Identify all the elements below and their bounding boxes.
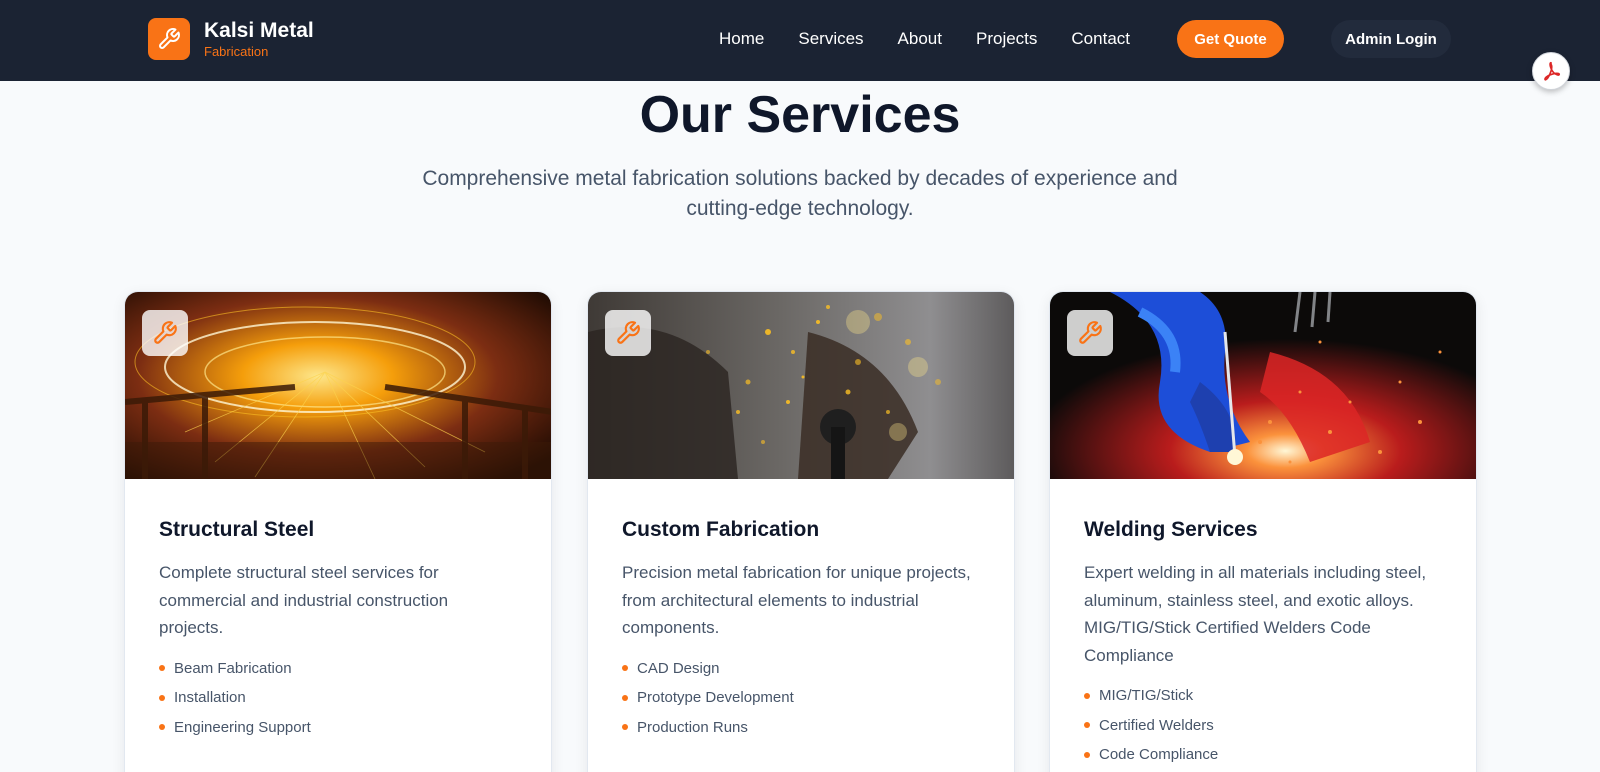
section-subtitle: Comprehensive metal fabrication solution… <box>422 167 1178 220</box>
bullet-dot <box>1084 692 1090 699</box>
card-description: Precision metal fabrication for unique p… <box>622 563 971 637</box>
brand-subtitle: Fabrication <box>204 44 269 59</box>
wrench-icon <box>148 18 190 60</box>
feature-item: Production Runs <box>622 713 980 743</box>
card-description: Complete structural steel services for c… <box>159 563 449 637</box>
card-title: Structural Steel <box>159 518 315 541</box>
bullet-dot <box>1084 722 1090 729</box>
card-description: Expert welding in all materials includin… <box>1084 563 1427 665</box>
wrench-icon <box>605 310 651 356</box>
bullet-dot <box>1084 751 1090 758</box>
feature-list: MIG/TIG/Stick Certified Welders Code Com… <box>1084 681 1442 770</box>
nav-link-projects[interactable]: Projects <box>976 28 1037 50</box>
bullet-dot <box>622 724 628 731</box>
wrench-icon <box>142 310 188 356</box>
pdf-icon[interactable] <box>1532 52 1570 90</box>
get-quote-button[interactable]: Get Quote <box>1177 20 1284 58</box>
wrench-icon <box>1067 310 1113 356</box>
bullet-dot <box>159 724 165 731</box>
service-card-custom-fabrication[interactable]: Custom Fabrication Precision metal fabri… <box>587 291 1015 772</box>
feature-item: Certified Welders <box>1084 711 1442 741</box>
feature-item: Prototype Development <box>622 683 980 713</box>
feature-item: CAD Design <box>622 654 980 684</box>
bullet-dot <box>159 665 165 672</box>
nav-link-services[interactable]: Services <box>798 28 863 50</box>
feature-item: MIG/TIG/Stick <box>1084 681 1442 711</box>
bullet-dot <box>622 694 628 701</box>
feature-item: Engineering Support <box>159 713 517 743</box>
card-title: Custom Fabrication <box>622 518 820 541</box>
section-title: Our Services <box>639 86 961 144</box>
brand[interactable]: Kalsi Metal Fabrication <box>148 18 314 60</box>
admin-login-button[interactable]: Admin Login <box>1331 20 1451 58</box>
service-card-structural-steel[interactable]: Structural Steel Complete structural ste… <box>124 291 552 772</box>
nav-link-home[interactable]: Home <box>719 28 764 50</box>
service-card-welding-services[interactable]: Welding Services Expert welding in all m… <box>1049 291 1477 772</box>
feature-item: Installation <box>159 683 517 713</box>
feature-item: Code Compliance <box>1084 740 1442 770</box>
card-title: Welding Services <box>1084 518 1258 541</box>
feature-list: Beam Fabrication Installation Engineerin… <box>159 654 517 743</box>
brand-name: Kalsi Metal <box>204 19 314 42</box>
grinder-sparks-image <box>588 292 1014 479</box>
main-nav: Home Services About Projects Contact <box>719 28 1164 50</box>
feature-list: CAD Design Prototype Development Product… <box>622 654 980 743</box>
steel-sparks-image <box>125 292 551 479</box>
welder-image <box>1050 292 1476 479</box>
nav-link-about[interactable]: About <box>898 28 942 50</box>
bullet-dot <box>622 665 628 672</box>
nav-link-contact[interactable]: Contact <box>1071 28 1130 50</box>
bullet-dot <box>159 694 165 701</box>
top-navbar: Kalsi Metal Fabrication Home Services Ab… <box>0 0 1600 81</box>
feature-item: Beam Fabrication <box>159 654 517 684</box>
